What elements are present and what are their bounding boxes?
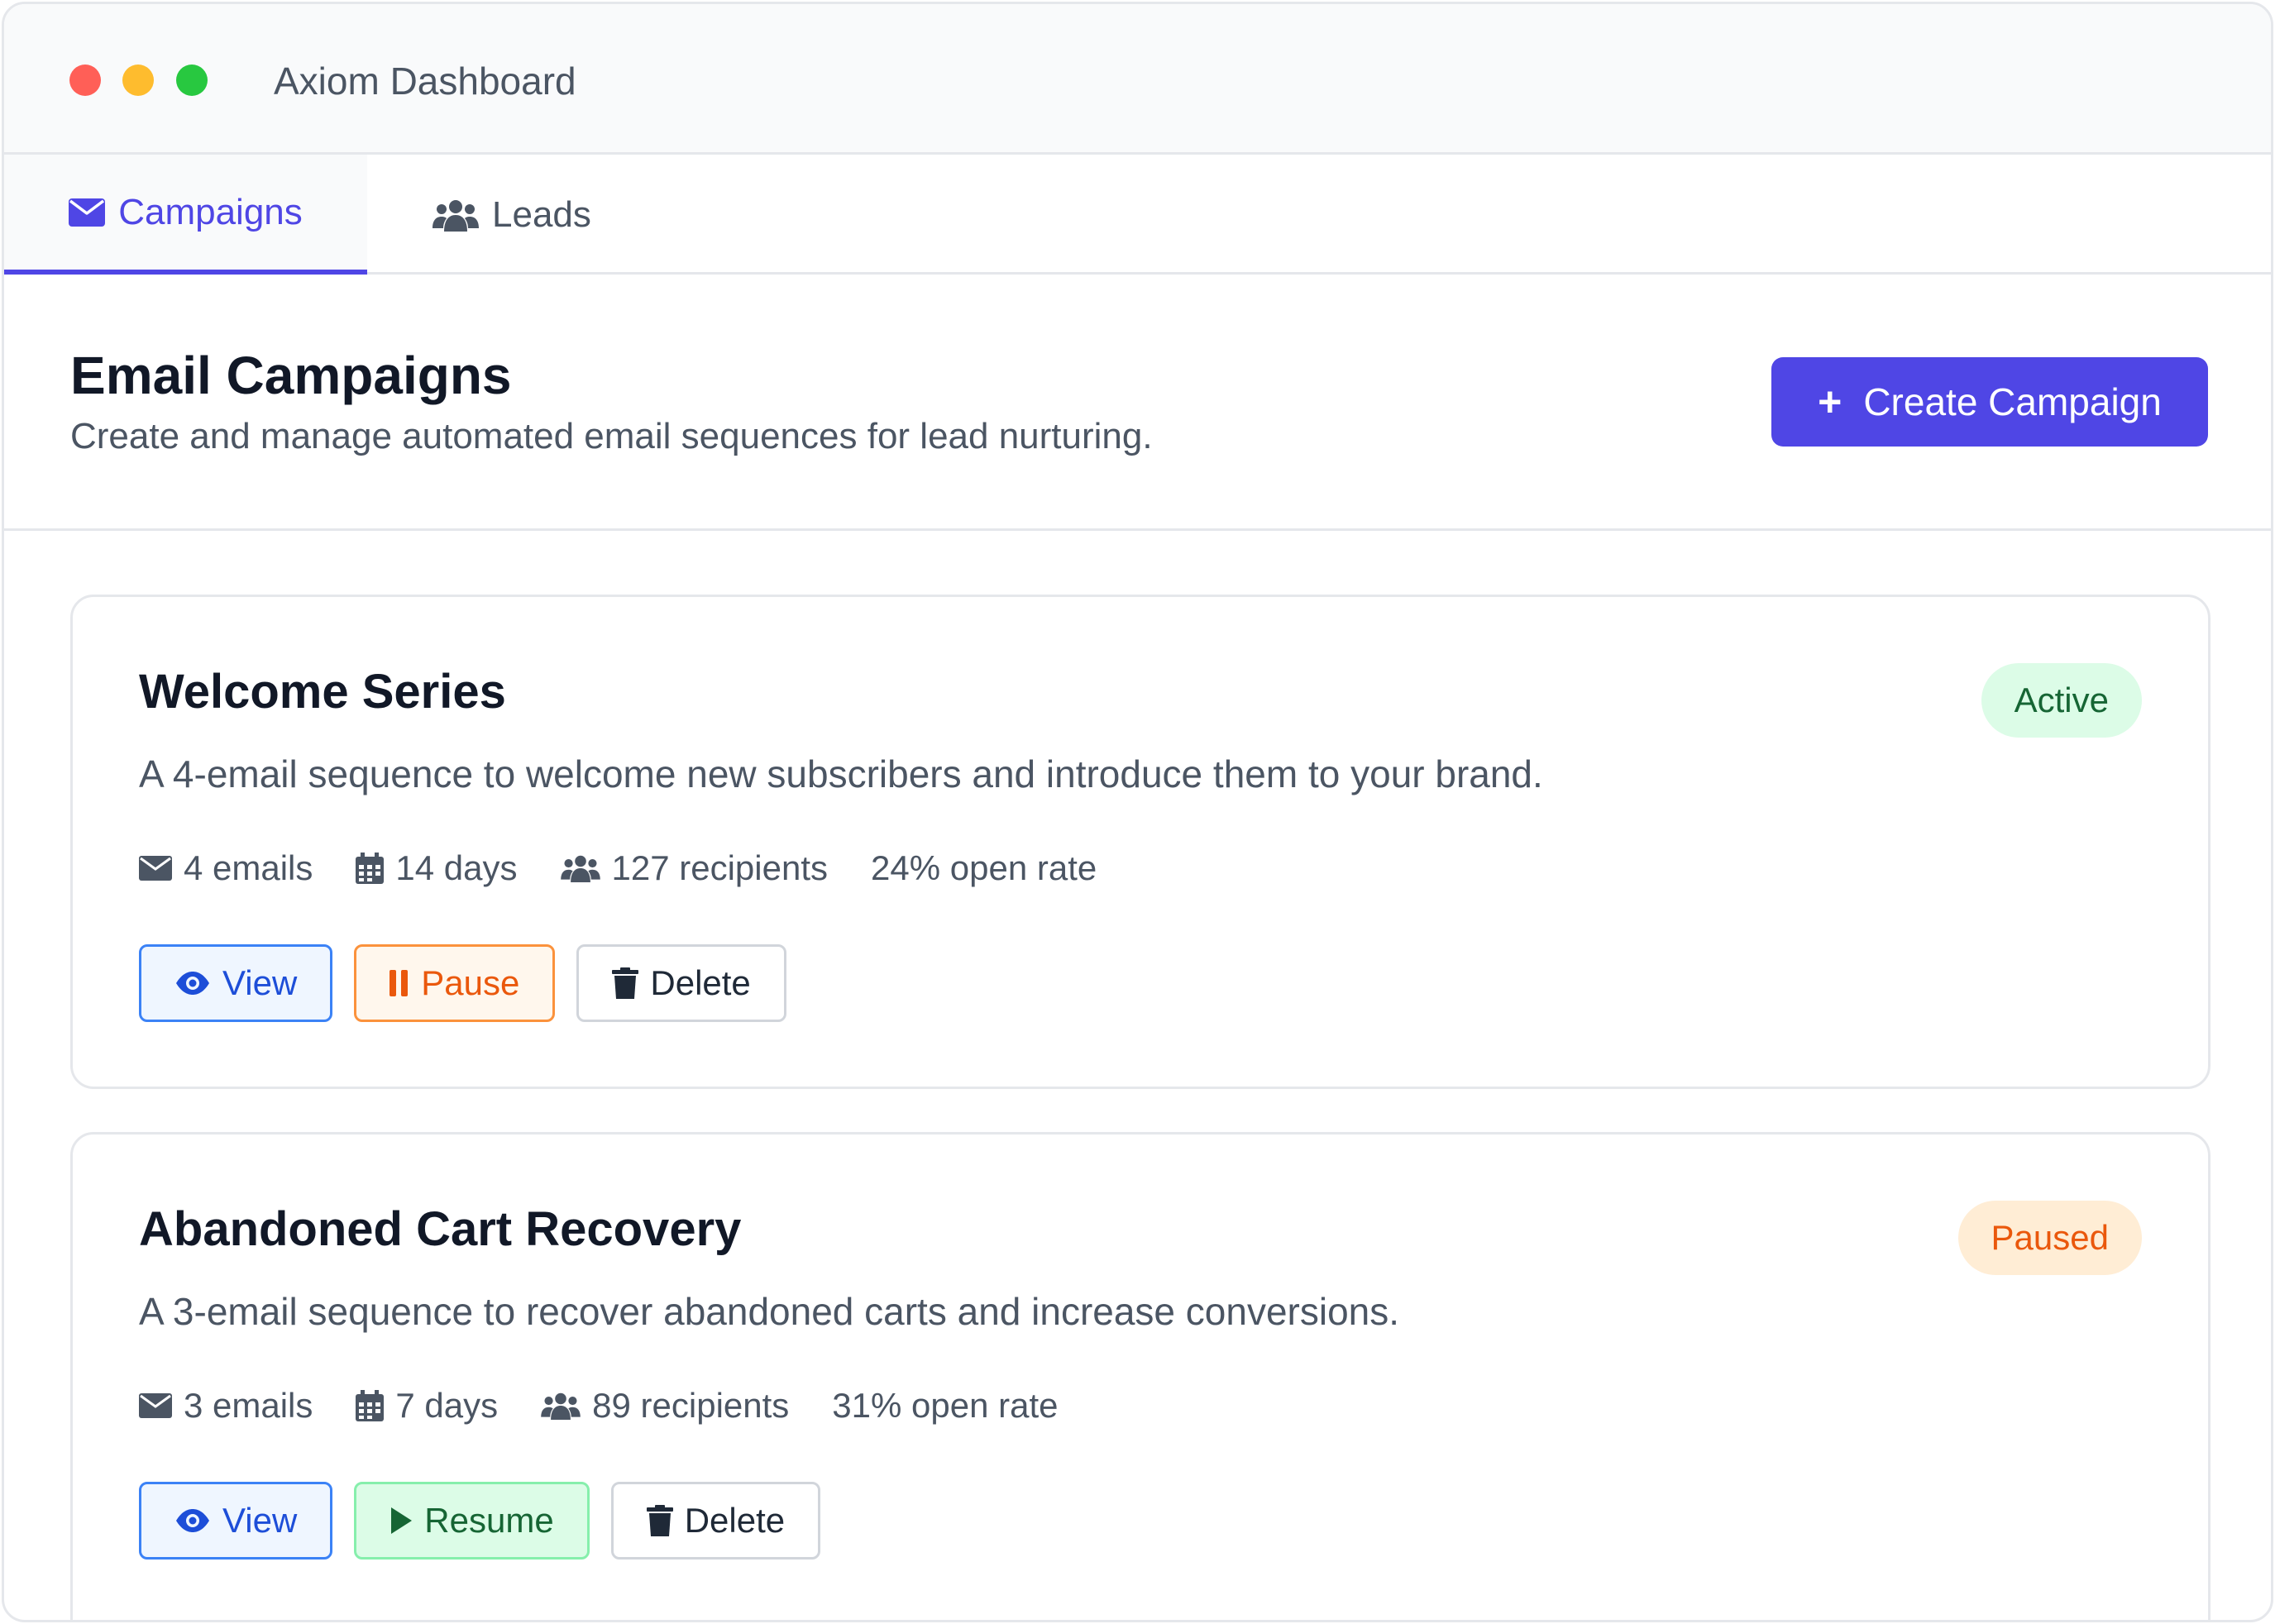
meta-recipients: 127 recipients [560,848,828,888]
tab-label: Campaigns [118,191,303,232]
plus-icon: + [1818,379,1842,425]
view-button[interactable]: View [139,944,333,1022]
page-title: Email Campaigns [70,346,512,405]
create-campaign-label: Create Campaign [1863,380,2162,423]
meta-recipients: 89 recipients [541,1386,789,1426]
campaign-meta: 4 emails 14 days 127 recipients 24% open… [139,843,1140,893]
close-window-button[interactable] [69,64,101,96]
status-badge: Active [1981,663,2142,738]
play-icon [390,1507,413,1535]
delete-button[interactable]: Delete [576,944,786,1022]
view-button[interactable]: View [139,1482,333,1560]
tab-leads[interactable]: Leads [433,155,591,275]
campaign-actions: View Resume Delete [139,1482,821,1560]
campaign-description: A 4-email sequence to welcome new subscr… [139,752,1543,795]
calendar-icon [356,853,385,884]
campaign-name: Welcome Series [139,665,506,719]
trash-icon [612,967,639,999]
zoom-window-button[interactable] [176,64,208,96]
pause-icon [390,970,409,996]
minimize-window-button[interactable] [122,64,154,96]
envelope-icon [139,1393,172,1418]
envelope-icon [139,856,172,881]
campaign-card: Welcome Series Active A 4-email sequence… [70,595,2210,1089]
app-title: Axiom Dashboard [274,60,576,103]
page-subtitle: Create and manage automated email sequen… [70,416,1153,456]
tab-label: Leads [492,193,591,235]
campaign-name: Abandoned Cart Recovery [139,1202,742,1256]
title-bar: Axiom Dashboard [4,4,2271,155]
create-campaign-button[interactable]: + Create Campaign [1771,357,2208,447]
meta-duration: 7 days [356,1386,498,1426]
users-icon [541,1392,581,1420]
trash-icon [646,1505,673,1536]
campaign-meta: 3 emails 7 days 89 recipients 31% open r… [139,1381,1102,1431]
campaign-actions: View Pause Delete [139,944,786,1022]
resume-button[interactable]: Resume [354,1482,590,1560]
meta-emails: 3 emails [139,1386,313,1426]
meta-open-rate: 31% open rate [832,1386,1059,1425]
campaign-card: Abandoned Cart Recovery Paused A 3-email… [70,1132,2210,1620]
eye-icon [174,1508,211,1533]
campaign-description: A 3-email sequence to recover abandoned … [139,1290,1400,1333]
meta-emails: 4 emails [139,848,313,888]
users-icon [560,854,600,882]
pause-button[interactable]: Pause [354,944,556,1022]
meta-open-rate: 24% open rate [871,848,1097,887]
users-icon [433,198,479,232]
envelope-icon [69,198,106,227]
page-header: Email Campaigns Create and manage automa… [4,275,2271,531]
eye-icon [174,971,211,996]
tab-campaigns[interactable]: Campaigns [4,155,367,275]
delete-button[interactable]: Delete [610,1482,821,1560]
meta-duration: 14 days [356,848,518,888]
calendar-icon [356,1390,385,1421]
tab-bar: Campaigns Leads [4,155,2271,275]
app-window: Axiom Dashboard Campaigns Leads Email Ca… [2,2,2273,1622]
status-badge: Paused [1957,1201,2142,1275]
